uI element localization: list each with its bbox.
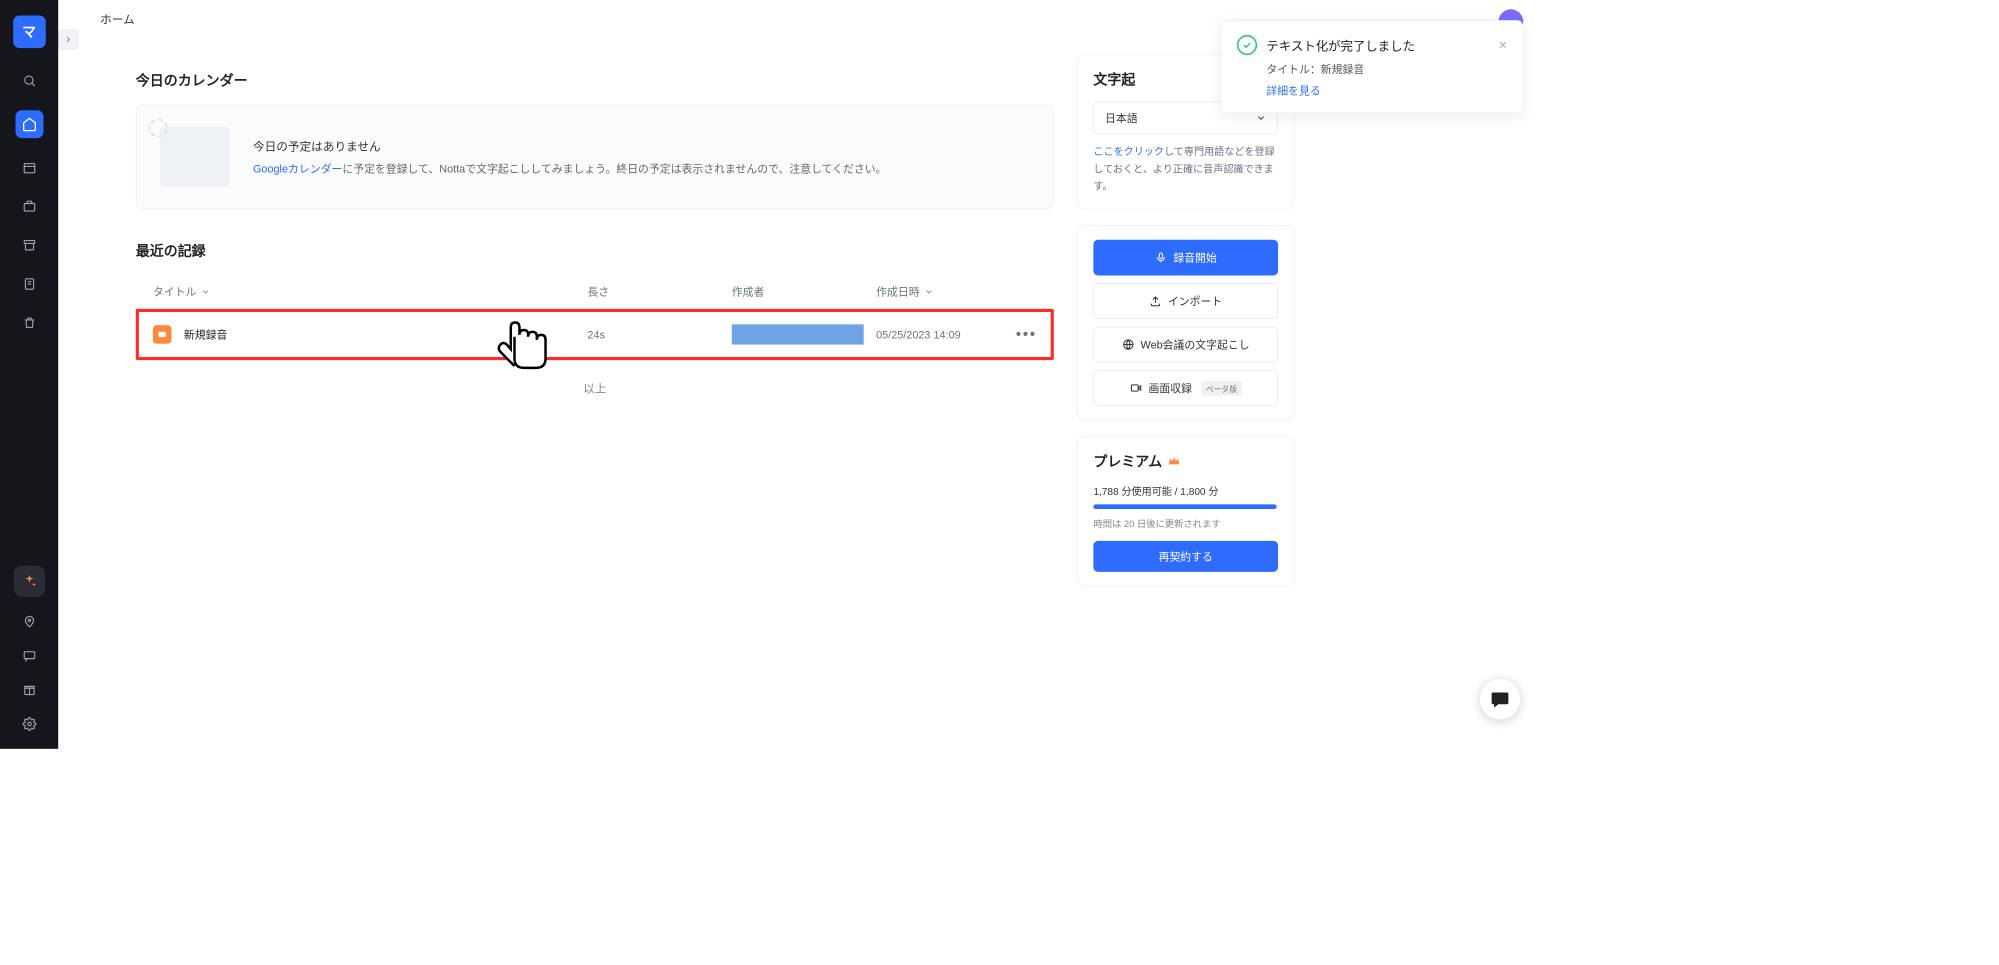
records-table-header: タイトル 長さ 作成者 作成日時 (136, 275, 1054, 309)
breadcrumb: ホーム (100, 11, 135, 27)
calendar-icon[interactable] (20, 158, 39, 177)
end-of-list-text: 以上 (136, 380, 1054, 396)
trash-icon[interactable] (20, 314, 39, 333)
sidebar-nav (15, 71, 43, 332)
col-length[interactable]: 長さ (587, 284, 731, 300)
screen-record-button[interactable]: 画面収録 ベータ版 (1093, 370, 1278, 406)
no-events-text: 今日の予定はありません (253, 138, 887, 154)
usage-bar (1093, 505, 1278, 510)
calendar-illustration (160, 126, 230, 187)
recording-icon (153, 325, 172, 344)
import-button[interactable]: インポート (1093, 283, 1278, 319)
tip-link[interactable]: ここをクリック (1093, 146, 1164, 158)
action-buttons-card: 録音開始 インポート Web会議の文字起こし 画面収録 ベータ版 (1077, 225, 1294, 421)
toast-notification: テキスト化が完了しました × タイトル：新規録音 詳細を見る (1221, 20, 1524, 113)
toast-subtitle: タイトル：新規録音 (1266, 61, 1507, 77)
author-redacted (732, 324, 864, 344)
beta-badge: ベータ版 (1201, 381, 1241, 396)
calendar-section-title: 今日のカレンダー (136, 70, 1054, 90)
language-selected: 日本語 (1105, 110, 1138, 126)
sidebar-bottom (20, 612, 39, 733)
premium-title: プレミアム (1093, 451, 1278, 471)
record-length: 24s (587, 328, 731, 340)
calendar-sub-text: Googleカレンダーに予定を登録して、Nottaで文字起こししてみましょう。終… (253, 160, 887, 176)
calendar-sub-rest: に予定を登録して、Nottaで文字起こししてみましょう。終日の予定は表示されませ… (342, 162, 886, 174)
record-row[interactable]: 新規録音 24s 05/25/2023 14:09 ••• (139, 312, 1051, 357)
gift-icon[interactable] (20, 681, 39, 700)
col-author[interactable]: 作成者 (732, 284, 876, 300)
record-title: 新規録音 (184, 327, 588, 343)
note-icon[interactable] (20, 275, 39, 294)
close-icon[interactable]: × (1499, 37, 1507, 53)
right-panel: 文字起 日本語 ここをクリックして専門用語などを登録しておくと、より正確に音声認… (1077, 54, 1294, 602)
gear-icon[interactable] (20, 715, 39, 734)
records-section-title: 最近の記録 (136, 241, 1054, 261)
archive-icon[interactable] (20, 236, 39, 255)
help-bubble-button[interactable] (1480, 679, 1520, 719)
record-start-button[interactable]: 録音開始 (1093, 240, 1278, 276)
highlighted-row: 新規録音 24s 05/25/2023 14:09 ••• (136, 309, 1054, 360)
calendar-text: 今日の予定はありません Googleカレンダーに予定を登録して、Nottaで文字… (253, 138, 887, 176)
calendar-card: 今日の予定はありません Googleカレンダーに予定を登録して、Nottaで文字… (136, 104, 1054, 210)
location-icon[interactable] (20, 612, 39, 631)
cursor-hand-icon (496, 315, 558, 377)
sidebar: マ (0, 0, 58, 749)
usage-fill (1093, 505, 1276, 510)
search-icon[interactable] (20, 71, 39, 90)
globe-icon (1122, 339, 1134, 351)
tip-text: ここをクリックして専門用語などを登録しておくと、より正確に音声認識できます。 (1093, 144, 1278, 195)
upload-icon (1149, 295, 1161, 307)
chevron-down-icon (924, 287, 933, 296)
chat-bubble-icon (1490, 689, 1510, 709)
renew-button[interactable]: 再契約する (1093, 541, 1278, 572)
crown-icon (1167, 454, 1181, 468)
usage-text: 1,788 分使用可能 / 1,800 分 (1093, 484, 1278, 499)
sidebar-collapse-toggle[interactable] (58, 29, 78, 49)
chevron-down-icon (1256, 113, 1267, 124)
sparkle-button[interactable] (14, 566, 45, 597)
briefcase-icon[interactable] (20, 197, 39, 216)
home-icon[interactable] (15, 110, 43, 138)
toast-detail-link[interactable]: 詳細を見る (1266, 83, 1507, 99)
renewal-text: 時間は 20 日後に更新されます (1093, 517, 1278, 530)
main-content: 今日のカレンダー 今日の予定はありません Googleカレンダーに予定を登録して… (89, 54, 1054, 602)
video-icon (1130, 382, 1142, 394)
web-meeting-button[interactable]: Web会議の文字起こし (1093, 327, 1278, 363)
col-created[interactable]: 作成日時 (876, 284, 1016, 300)
record-author (732, 324, 876, 344)
chat-icon[interactable] (20, 646, 39, 665)
chevron-down-icon (201, 287, 210, 296)
check-circle-icon (1237, 35, 1257, 55)
col-title[interactable]: タイトル (153, 284, 588, 300)
more-options-button[interactable]: ••• (1016, 326, 1037, 344)
google-calendar-link[interactable]: Googleカレンダー (253, 162, 342, 174)
mic-icon (1155, 252, 1167, 264)
premium-card: プレミアム 1,788 分使用可能 / 1,800 分 時間は 20 日後に更新… (1077, 436, 1294, 587)
toast-title: テキスト化が完了しました (1266, 36, 1415, 55)
record-created: 05/25/2023 14:09 (876, 328, 1016, 340)
app-logo[interactable]: マ (13, 16, 46, 49)
